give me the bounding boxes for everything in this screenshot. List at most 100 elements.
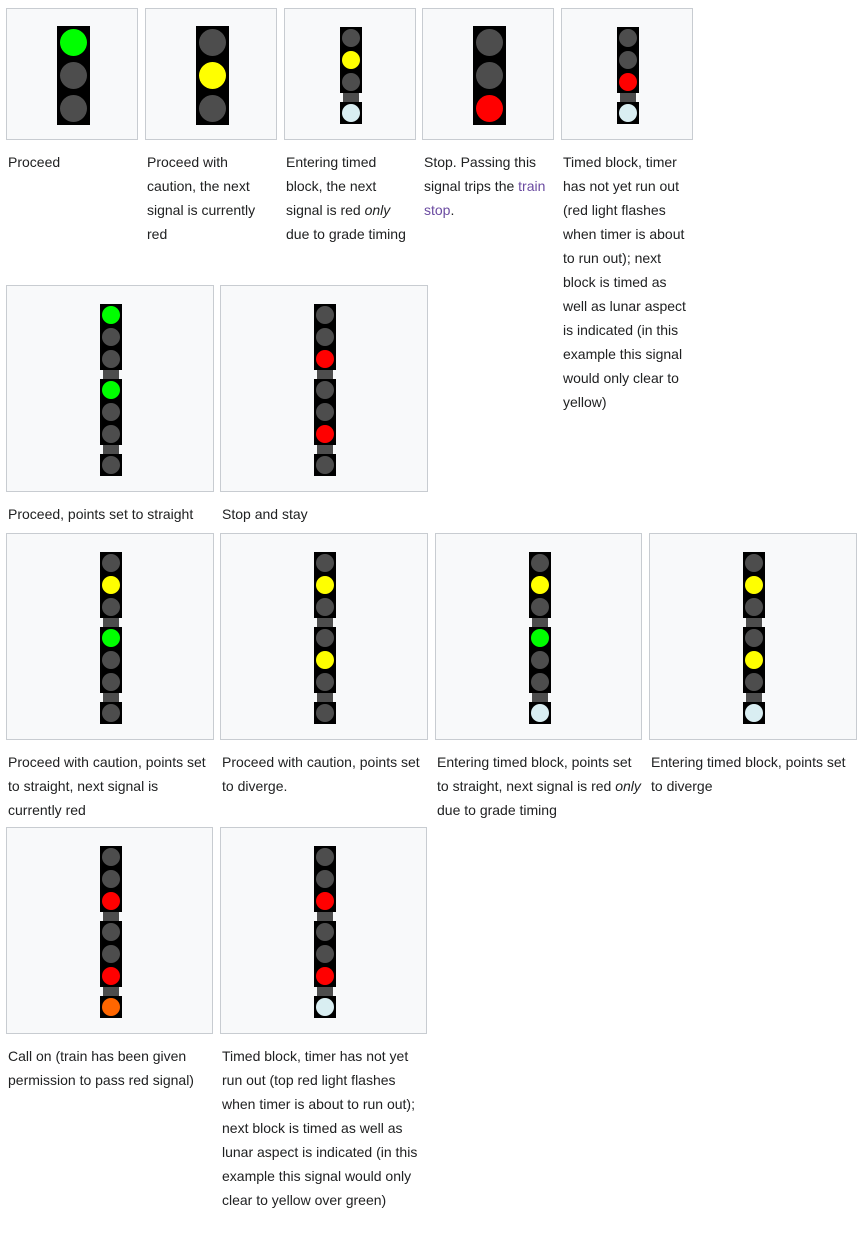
red-lamp-icon: [102, 892, 120, 910]
signal-head: [100, 921, 122, 987]
signal-caption: Entering timed block, points set to stra…: [437, 750, 643, 822]
signal-icon: [314, 552, 336, 724]
signal-head: [100, 702, 122, 724]
unlit-lamp-icon: [102, 328, 120, 346]
signal-caption: Entering timed block, points set to dive…: [651, 750, 857, 798]
unlit-lamp-icon: [316, 456, 334, 474]
signal-head: [617, 27, 639, 93]
signal-connector: [103, 987, 119, 996]
signal-icon: [57, 26, 90, 125]
yellow-lamp-icon: [199, 62, 226, 89]
signal-icon: [314, 304, 336, 476]
unlit-lamp-icon: [316, 306, 334, 324]
signal-image-frame[interactable]: [561, 8, 693, 140]
signal-image-frame[interactable]: [284, 8, 416, 140]
unlit-lamp-icon: [102, 870, 120, 888]
signal-connector: [103, 912, 119, 921]
unlit-lamp-icon: [342, 29, 360, 47]
caption-text: due to grade timing: [437, 802, 557, 818]
signal-head: [314, 921, 336, 987]
yellow-lamp-icon: [102, 576, 120, 594]
signal-head: [100, 304, 122, 370]
orange-lamp-icon: [102, 998, 120, 1016]
signal-head: [100, 846, 122, 912]
yellow-lamp-icon: [316, 576, 334, 594]
signal-head: [100, 552, 122, 618]
signal-caption: Call on (train has been given permission…: [8, 1044, 218, 1092]
unlit-lamp-icon: [102, 923, 120, 941]
signal-image-frame[interactable]: [220, 827, 427, 1034]
unlit-lamp-icon: [619, 29, 637, 47]
unlit-lamp-icon: [531, 651, 549, 669]
yellow-lamp-icon: [745, 651, 763, 669]
green-lamp-icon: [531, 629, 549, 647]
caption-text: Timed block, timer has not yet run out (…: [563, 154, 686, 410]
signal-head: [100, 454, 122, 476]
signal-image-frame[interactable]: [145, 8, 277, 140]
yellow-lamp-icon: [745, 576, 763, 594]
signal-head: [743, 552, 765, 618]
signal-image-frame[interactable]: [220, 533, 428, 740]
unlit-lamp-icon: [102, 403, 120, 421]
unlit-lamp-icon: [316, 554, 334, 572]
signal-image-frame[interactable]: [435, 533, 642, 740]
unlit-lamp-icon: [102, 945, 120, 963]
lunar-lamp-icon: [745, 704, 763, 722]
signal-connector: [620, 93, 636, 102]
signal-caption: Proceed with caution, the next signal is…: [147, 150, 277, 246]
signal-connector: [317, 370, 333, 379]
signal-connector: [103, 445, 119, 454]
signal-connector: [103, 618, 119, 627]
signal-caption: Timed block, timer has not yet run out (…: [222, 1044, 428, 1212]
unlit-lamp-icon: [60, 95, 87, 122]
signal-icon: [314, 846, 336, 1018]
yellow-lamp-icon: [531, 576, 549, 594]
unlit-lamp-icon: [316, 848, 334, 866]
signal-image-frame[interactable]: [422, 8, 554, 140]
signal-head: [314, 454, 336, 476]
unlit-lamp-icon: [102, 598, 120, 616]
unlit-lamp-icon: [316, 704, 334, 722]
signal-connector: [746, 693, 762, 702]
unlit-lamp-icon: [745, 554, 763, 572]
caption-text: due to grade timing: [286, 226, 406, 242]
red-lamp-icon: [476, 95, 503, 122]
signal-image-frame[interactable]: [649, 533, 857, 740]
signal-image-frame[interactable]: [220, 285, 428, 492]
signal-caption: Stop and stay: [222, 502, 432, 526]
signal-head: [314, 702, 336, 724]
signal-head: [340, 27, 362, 93]
lunar-lamp-icon: [531, 704, 549, 722]
caption-text: Proceed with caution, points set to stra…: [8, 754, 206, 818]
signal-image-frame[interactable]: [6, 285, 214, 492]
signal-connector: [317, 445, 333, 454]
yellow-lamp-icon: [342, 51, 360, 69]
unlit-lamp-icon: [102, 456, 120, 474]
unlit-lamp-icon: [60, 62, 87, 89]
signal-head: [100, 627, 122, 693]
unlit-lamp-icon: [316, 381, 334, 399]
caption-text: Proceed: [8, 154, 61, 170]
unlit-lamp-icon: [316, 923, 334, 941]
caption-text: Entering timed block, points set to dive…: [651, 754, 846, 794]
signal-connector: [103, 693, 119, 702]
unlit-lamp-icon: [316, 598, 334, 616]
caption-text: Proceed, points set to straight: [8, 506, 194, 522]
unlit-lamp-icon: [316, 403, 334, 421]
signal-image-frame[interactable]: [6, 533, 214, 740]
green-lamp-icon: [60, 29, 87, 56]
signal-image-frame[interactable]: [6, 827, 213, 1034]
unlit-lamp-icon: [102, 848, 120, 866]
signal-head: [100, 996, 122, 1018]
unlit-lamp-icon: [102, 673, 120, 691]
signal-image-frame[interactable]: [6, 8, 138, 140]
unlit-lamp-icon: [476, 29, 503, 56]
red-lamp-icon: [316, 892, 334, 910]
caption-text: Timed block, timer has not yet run out (…: [222, 1048, 418, 1208]
signal-head: [314, 996, 336, 1018]
caption-text: Proceed with caution, the next signal is…: [147, 154, 256, 242]
signal-head: [529, 702, 551, 724]
unlit-lamp-icon: [619, 51, 637, 69]
signal-caption: Proceed, points set to straight: [8, 502, 218, 526]
signal-connector: [317, 912, 333, 921]
